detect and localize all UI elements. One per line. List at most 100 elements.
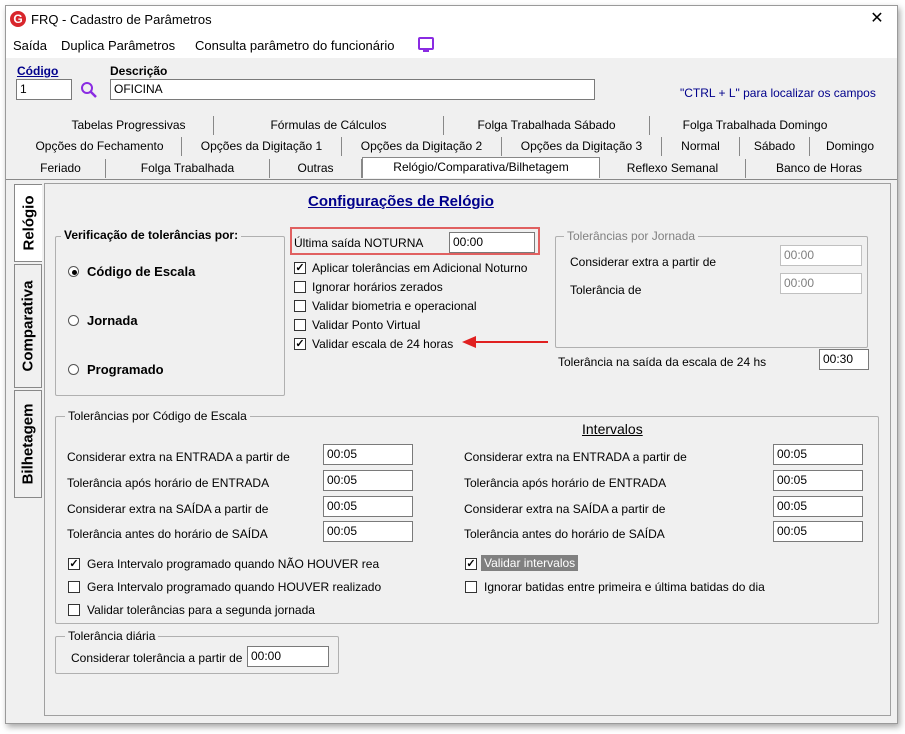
chk-validar-intervalos[interactable]: ✓ xyxy=(465,558,477,570)
chk-ignorar-batidas-label: Ignorar batidas entre primeira e última … xyxy=(484,580,765,594)
chk-ignorar-horarios-label: Ignorar horários zerados xyxy=(312,280,443,294)
main-window: G FRQ - Cadastro de Parâmetros ✕ Saída D… xyxy=(5,5,898,724)
jornada-tolerancia-label: Tolerância de xyxy=(570,283,642,297)
escala-left-label-1: Considerar extra na ENTRADA a partir de xyxy=(67,450,290,464)
vtab-relogio[interactable]: Relógio xyxy=(14,184,42,262)
vtab-comparativa-label: Comparativa xyxy=(19,280,37,372)
search-icon[interactable] xyxy=(80,81,98,99)
close-icon[interactable]: ✕ xyxy=(862,8,892,30)
diaria-field-label: Considerar tolerância a partir de xyxy=(71,651,243,665)
radio-programado[interactable] xyxy=(68,364,79,375)
monitor-icon[interactable] xyxy=(418,37,434,52)
radio-codigo-escala[interactable] xyxy=(68,266,79,277)
chk-validar-escala-24h[interactable]: ✓ xyxy=(294,338,306,350)
escala-left-input-3[interactable]: 00:05 xyxy=(323,496,413,517)
ultima-saida-input[interactable]: 00:00 xyxy=(449,232,535,253)
chk-validar-biometria-label: Validar biometria e operacional xyxy=(312,299,477,313)
escala-right-input-1[interactable]: 00:05 xyxy=(773,444,863,465)
tabs-row-1: Tabelas Progressivas Fórmulas de Cálculo… xyxy=(6,116,897,136)
chk-ignorar-horarios[interactable] xyxy=(294,281,306,293)
escala-left-label-4: Tolerância antes do horário de SAÍDA xyxy=(67,527,268,541)
section-title: Configurações de Relógio xyxy=(308,193,494,210)
tab-relogio-comparativa-bilhetagem[interactable]: Relógio/Comparativa/Bilhetagem xyxy=(362,157,600,178)
escala-right-label-3: Considerar extra na SAÍDA a partir de xyxy=(464,502,666,516)
ctrl-l-hint: "CTRL + L" para localizar os campos xyxy=(680,86,876,100)
jornada-extra-input[interactable]: 00:00 xyxy=(780,245,862,266)
vtab-relogio-label: Relógio xyxy=(20,195,37,251)
tab-domingo[interactable]: Domingo xyxy=(810,137,890,156)
chk-validar-escala-24h-label: Validar escala de 24 horas xyxy=(312,337,454,351)
tol24-input[interactable]: 00:30 xyxy=(819,349,869,370)
chk-segunda-jornada[interactable] xyxy=(68,604,80,616)
chk-aplicar-tolerancias[interactable]: ✓ xyxy=(294,262,306,274)
chk-gera-intervalo-nao-houver-label: Gera Intervalo programado quando NÃO HOU… xyxy=(87,557,380,571)
escala-right-input-4[interactable]: 00:05 xyxy=(773,521,863,542)
title-bar: G FRQ - Cadastro de Parâmetros ✕ xyxy=(6,6,897,32)
jornada-group-label: Tolerâncias por Jornada xyxy=(564,229,699,243)
chk-gera-intervalo-houver-label: Gera Intervalo programado quando HOUVER … xyxy=(87,580,382,594)
escala-left-input-4[interactable]: 00:05 xyxy=(323,521,413,542)
escala-group-label: Tolerâncias por Código de Escala xyxy=(65,409,250,423)
window-title: FRQ - Cadastro de Parâmetros xyxy=(31,12,212,27)
escala-left-input-2[interactable]: 00:05 xyxy=(323,470,413,491)
escala-left-input-1[interactable]: 00:05 xyxy=(323,444,413,465)
escala-left-label-3: Considerar extra na SAÍDA a partir de xyxy=(67,502,269,516)
tab-normal[interactable]: Normal xyxy=(662,137,740,156)
tol24-label: Tolerância na saída da escala de 24 hs xyxy=(558,355,767,369)
chk-segunda-jornada-label: Validar tolerâncias para a segunda jorna… xyxy=(87,603,315,617)
intervalos-label: Intervalos xyxy=(582,421,643,437)
escala-left-label-2: Tolerância após horário de ENTRADA xyxy=(67,476,270,490)
vtab-comparativa[interactable]: Comparativa xyxy=(14,264,42,388)
chk-gera-intervalo-nao-houver[interactable]: ✓ xyxy=(68,558,80,570)
tab-opcoes-fechamento[interactable]: Opções do Fechamento xyxy=(18,137,182,156)
tab-feriado[interactable]: Feriado xyxy=(16,159,106,178)
tab-folga-domingo[interactable]: Folga Trabalhada Domingo xyxy=(650,116,860,135)
tab-opcoes-digitacao-3[interactable]: Opções da Digitação 3 xyxy=(502,137,662,156)
tab-opcoes-digitacao-2[interactable]: Opções da Digitação 2 xyxy=(342,137,502,156)
codigo-input[interactable]: 1 xyxy=(16,79,72,100)
diaria-input[interactable]: 00:00 xyxy=(247,646,329,667)
relogio-panel: Configurações de Relógio Verificação de … xyxy=(44,183,891,716)
escala-right-label-1: Considerar extra na ENTRADA a partir de xyxy=(464,450,687,464)
verificacao-label: Verificação de tolerâncias por: xyxy=(61,228,242,242)
tab-reflexo-semanal[interactable]: Reflexo Semanal xyxy=(600,159,746,178)
menu-saida[interactable]: Saída xyxy=(13,38,47,53)
chk-ignorar-batidas[interactable] xyxy=(465,581,477,593)
tabs-row-3: Feriado Folga Trabalhada Outras Relógio/… xyxy=(6,157,897,180)
radio-codigo-escala-label: Código de Escala xyxy=(87,264,196,279)
escala-right-input-3[interactable]: 00:05 xyxy=(773,496,863,517)
chk-validar-intervalos-label: Validar intervalos xyxy=(481,555,579,571)
radio-jornada[interactable] xyxy=(68,315,79,326)
menu-duplica-parametros[interactable]: Duplica Parâmetros xyxy=(61,38,175,53)
chk-validar-ponto-virtual[interactable] xyxy=(294,319,306,331)
tabs-row-2: Opções do Fechamento Opções da Digitação… xyxy=(6,137,897,157)
diaria-group-label: Tolerância diária xyxy=(65,629,159,643)
chk-validar-biometria[interactable] xyxy=(294,300,306,312)
chk-validar-ponto-virtual-label: Validar Ponto Virtual xyxy=(312,318,421,332)
logo-icon: G xyxy=(10,11,26,27)
jornada-extra-label: Considerar extra a partir de xyxy=(570,255,717,269)
tab-folga-sabado[interactable]: Folga Trabalhada Sábado xyxy=(444,116,650,135)
escala-right-label-4: Tolerância antes do horário de SAÍDA xyxy=(464,527,665,541)
vtab-bilhetagem[interactable]: Bilhetagem xyxy=(14,390,42,498)
tab-folga-trabalhada[interactable]: Folga Trabalhada xyxy=(106,159,270,178)
menu-consulta-parametro[interactable]: Consulta parâmetro do funcionário xyxy=(195,38,394,53)
tab-opcoes-digitacao-1[interactable]: Opções da Digitação 1 xyxy=(182,137,342,156)
escala-right-input-2[interactable]: 00:05 xyxy=(773,470,863,491)
chk-gera-intervalo-houver[interactable] xyxy=(68,581,80,593)
menu-bar: Saída Duplica Parâmetros Consulta parâme… xyxy=(6,32,897,58)
vtab-bilhetagem-label: Bilhetagem xyxy=(19,403,37,485)
chk-aplicar-tolerancias-label: Aplicar tolerâncias em Adicional Noturno xyxy=(312,261,528,275)
radio-jornada-label: Jornada xyxy=(87,313,138,328)
descricao-label: Descrição xyxy=(110,64,168,78)
arrow-annotation xyxy=(462,336,548,348)
descricao-input[interactable]: OFICINA xyxy=(110,79,595,100)
tab-sabado[interactable]: Sábado xyxy=(740,137,810,156)
ultima-saida-label: Última saída NOTURNA xyxy=(294,236,424,250)
tab-formulas-calculos[interactable]: Fórmulas de Cálculos xyxy=(214,116,444,135)
escala-right-label-2: Tolerância após horário de ENTRADA xyxy=(464,476,667,490)
tab-tabelas-progressivas[interactable]: Tabelas Progressivas xyxy=(44,116,214,135)
tab-outras[interactable]: Outras xyxy=(270,159,362,178)
jornada-tolerancia-input[interactable]: 00:00 xyxy=(780,273,862,294)
tab-banco-de-horas[interactable]: Banco de Horas xyxy=(746,159,892,178)
